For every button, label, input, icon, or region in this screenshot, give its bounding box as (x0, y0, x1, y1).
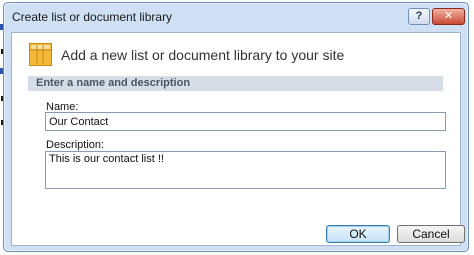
section-header: Enter a name and description (28, 76, 443, 91)
dialog-title: Create list or document library (12, 10, 173, 24)
close-icon: ✕ (443, 10, 454, 22)
description-input[interactable]: This is our contact list !! (45, 151, 446, 189)
description-label: Description: (46, 139, 105, 151)
dialog-body: Add a new list or document library to yo… (11, 32, 461, 246)
close-button[interactable]: ✕ (432, 8, 465, 25)
section-header-label: Enter a name and description (36, 77, 191, 89)
dialog-heading: Add a new list or document library to yo… (61, 47, 345, 63)
create-list-dialog: Create list or document library ? ✕ Add … (3, 2, 469, 252)
name-input[interactable] (45, 112, 446, 131)
help-button[interactable]: ? (408, 8, 430, 25)
ok-button[interactable]: OK (326, 225, 390, 243)
list-table-icon (29, 43, 52, 66)
help-icon: ? (415, 10, 423, 22)
cancel-button[interactable]: Cancel (397, 225, 465, 243)
title-bar[interactable]: Create list or document library ? ✕ (4, 3, 468, 29)
